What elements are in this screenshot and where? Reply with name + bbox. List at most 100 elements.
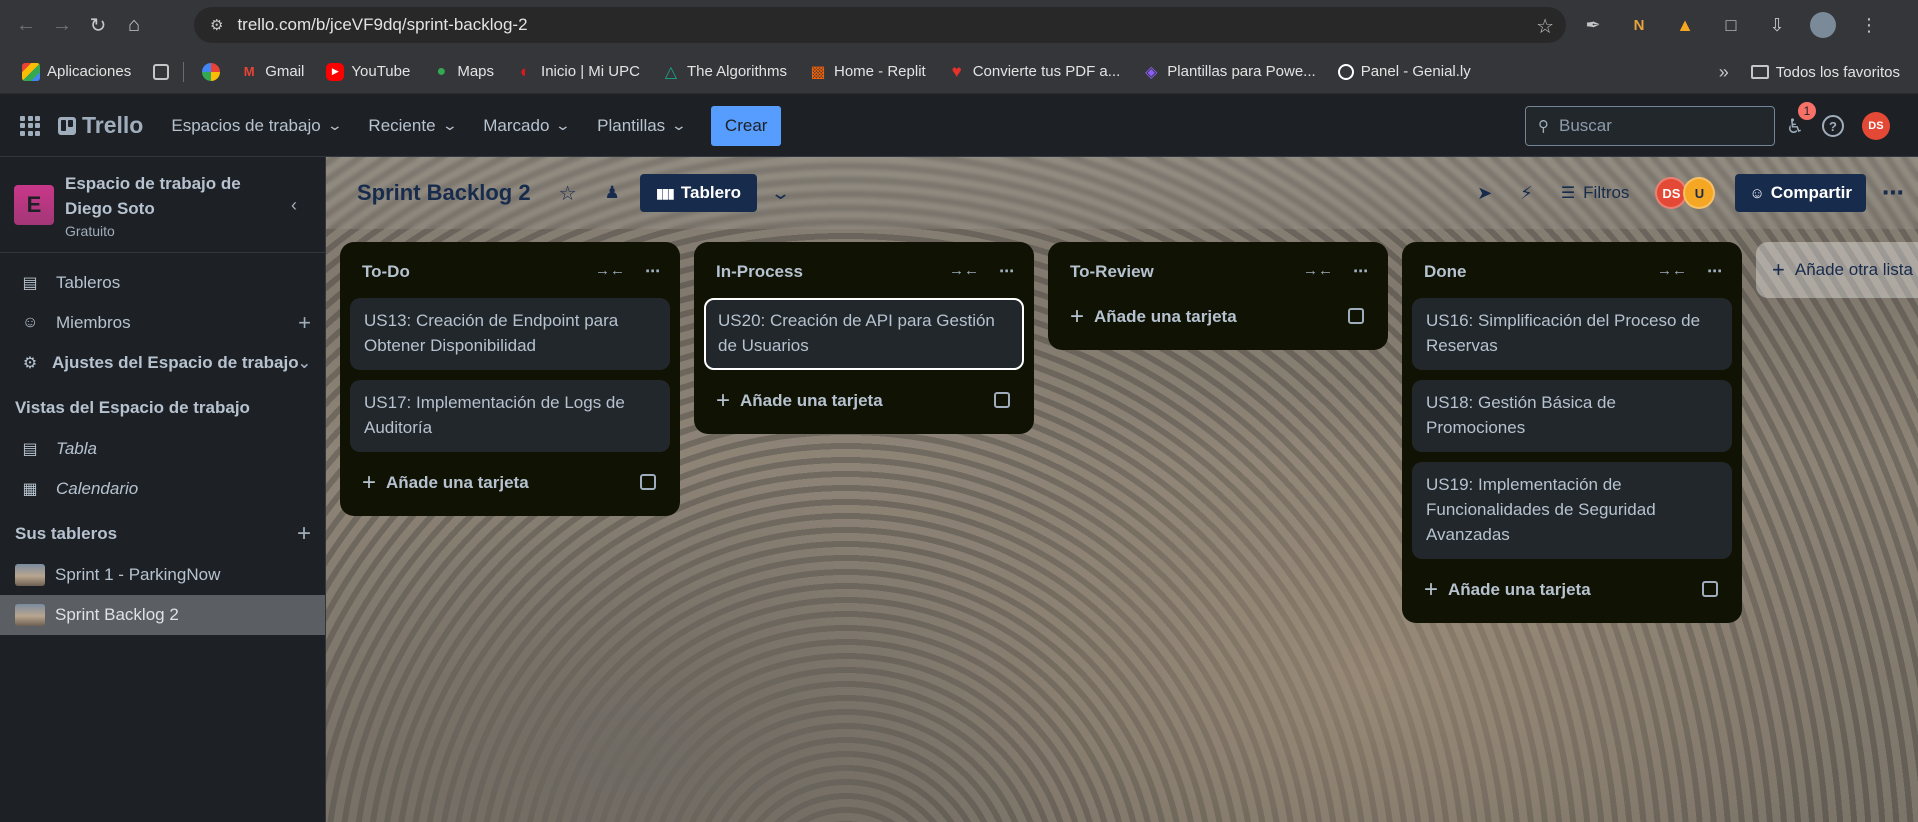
list-title[interactable]: To-Do (362, 262, 410, 282)
heart-icon: ♥ (951, 61, 962, 81)
sidebar-board-sprint-backlog-2[interactable]: Sprint Backlog 2 (0, 595, 325, 635)
card-template-icon[interactable] (994, 392, 1010, 408)
card-template-icon[interactable] (640, 474, 656, 490)
card[interactable]: US18: Gestión Básica de Promociones (1412, 380, 1732, 452)
color-picker-extension-icon[interactable]: ✒ (1580, 12, 1606, 38)
search-input[interactable]: ⚲ Buscar (1525, 106, 1775, 146)
home-icon[interactable]: ⌂ (116, 7, 152, 43)
add-card-button[interactable]: + Añade una tarjeta (1412, 567, 1732, 613)
address-bar[interactable]: ⚙ trello.com/b/jceVF9dq/sprint-backlog-2… (194, 7, 1566, 43)
more-options-icon[interactable]: ⋯ (1882, 180, 1904, 206)
calendar-icon: ▦ (22, 481, 38, 498)
workspace-logo[interactable]: E (14, 184, 54, 225)
add-card-button[interactable]: + Añade una tarjeta (1058, 294, 1378, 340)
person-icon: ☺ (22, 314, 39, 331)
list-title[interactable]: To-Review (1070, 262, 1154, 282)
download-icon[interactable]: ⇩ (1764, 12, 1790, 38)
collapse-sidebar-icon[interactable]: ‹ (291, 195, 297, 216)
nt-extension-icon[interactable]: N (1626, 12, 1652, 38)
menu-workspaces[interactable]: Espacios de trabajo ⌄ (171, 116, 343, 136)
bookmark-maps[interactable]: ● Maps (432, 63, 495, 81)
reload-icon[interactable]: ↻ (80, 7, 116, 43)
automation-icon[interactable]: ⚡ (1520, 183, 1533, 204)
card[interactable]: US17: Implementación de Logs de Auditorí… (350, 380, 670, 452)
browser-menu-icon[interactable]: ⋮ (1856, 12, 1882, 38)
sidebar-item-table[interactable]: ▤ Tabla (0, 429, 325, 469)
all-bookmarks-folder[interactable]: Todos los favoritos (1750, 64, 1900, 81)
add-list-button[interactable]: + Añade otra lista (1756, 242, 1918, 298)
visibility-icon[interactable]: ♟ (605, 183, 620, 203)
collapse-list-icon[interactable]: →← (1303, 262, 1333, 280)
bookmark-plantillas[interactable]: ◈ Plantillas para Powe... (1142, 63, 1316, 81)
sidebar-item-calendar[interactable]: ▦ Calendario (0, 469, 325, 509)
more-bookmarks-icon[interactable]: » (1719, 62, 1729, 83)
profile-avatar[interactable] (1810, 12, 1836, 38)
board-header-right: ➤ ⚡ ☰ Filtros DS U ☺ Compartir ⋯ (1477, 157, 1918, 229)
list-to-review: To-Review →← ⋯ + Añade una tarjeta (1048, 242, 1388, 350)
list-menu-icon[interactable]: ⋯ (1353, 262, 1368, 280)
add-card-button[interactable]: + Añade una tarjeta (350, 460, 670, 506)
list-menu-icon[interactable]: ⋯ (999, 262, 1014, 280)
bookmark-upc[interactable]: ◐ Inicio | Mi UPC (516, 62, 640, 81)
list-title[interactable]: Done (1424, 262, 1467, 282)
collapse-list-icon[interactable]: →← (949, 262, 979, 280)
view-board-button[interactable]: ▮▮▮ Tablero (639, 174, 758, 212)
notifications-bell-icon[interactable]: ♿ 1 (1786, 101, 1816, 139)
list-header: To-Review →← ⋯ (1058, 250, 1378, 294)
list-menu-icon[interactable]: ⋯ (1707, 262, 1722, 280)
help-icon[interactable]: ? (1821, 115, 1844, 137)
menu-starred[interactable]: Marcado ⌄ (483, 116, 571, 136)
top-menu: Espacios de trabajo ⌄ Reciente ⌄ Marcado ⌄ … (171, 116, 687, 136)
bookmark-apps[interactable]: Aplicaciones (22, 62, 131, 81)
url-text[interactable]: trello.com/b/jceVF9dq/sprint-backlog-2 (237, 15, 527, 35)
member-avatar[interactable]: U (1683, 177, 1716, 209)
bookmark-photos[interactable] (202, 62, 221, 81)
app-switcher-icon[interactable] (20, 115, 40, 136)
add-member-icon[interactable]: + (298, 310, 311, 336)
bookmark-algorithms[interactable]: △ The Algorithms (662, 63, 787, 81)
trello-logo[interactable]: Trello (58, 112, 143, 139)
chevron-down-icon[interactable]: ⌄ (770, 183, 791, 204)
star-icon[interactable]: ☆ (559, 181, 577, 206)
rocket-icon[interactable]: ➤ (1477, 183, 1492, 204)
card[interactable]: US20: Creación de API para Gestión de Us… (704, 298, 1024, 370)
card-template-icon[interactable] (1348, 308, 1364, 324)
add-board-icon[interactable]: + (297, 520, 311, 548)
bookmark-youtube[interactable]: ▶ YouTube (326, 62, 410, 81)
youtube-icon: ▶ (326, 62, 345, 81)
menu-recent[interactable]: Reciente ⌄ (368, 116, 457, 136)
user-avatar[interactable]: DS (1861, 112, 1890, 140)
card[interactable]: US13: Creación de Endpoint para Obtener … (350, 298, 670, 370)
bookmark-replit[interactable]: ▩ Home - Replit (809, 63, 925, 81)
card[interactable]: US19: Implementación de Funcionalidades … (1412, 462, 1732, 559)
board-members: DS U (1655, 177, 1716, 209)
board-title[interactable]: Sprint Backlog 2 (357, 180, 531, 206)
bookmark-pdf[interactable]: ♥ Convierte tus PDF a... (948, 61, 1121, 81)
card[interactable]: US16: Simplificación del Proceso de Rese… (1412, 298, 1732, 370)
filters-button[interactable]: ☰ Filtros (1561, 183, 1630, 203)
list-menu-icon[interactable]: ⋯ (645, 262, 660, 280)
bookmark-gmail[interactable]: M Gmail (240, 63, 305, 81)
list-title[interactable]: In-Process (716, 262, 803, 282)
collapse-list-icon[interactable]: →← (1657, 262, 1687, 280)
sidebar-item-boards[interactable]: ▤ Tableros (0, 263, 325, 303)
create-button[interactable]: Crear (710, 105, 782, 146)
sidebar-board-sprint-1[interactable]: Sprint 1 - ParkingNow (0, 555, 325, 595)
tab-groups-icon[interactable] (153, 63, 170, 80)
bookmark-genially[interactable]: Panel - Genial.ly (1337, 63, 1471, 80)
card-template-icon[interactable] (1702, 581, 1718, 597)
share-button[interactable]: ☺ Compartir (1735, 174, 1866, 212)
menu-templates[interactable]: Plantillas ⌄ (597, 116, 687, 136)
puzzle-icon[interactable]: □ (1718, 12, 1744, 38)
extension-icon[interactable]: ▲ (1672, 12, 1698, 38)
forward-arrow-icon[interactable]: → (44, 7, 80, 43)
chevron-down-icon: ⌄ (326, 117, 343, 133)
workspace-name[interactable]: Espacio de trabajo de Diego Soto (65, 171, 275, 221)
sidebar-item-members[interactable]: ☺ Miembros + (0, 303, 325, 343)
collapse-list-icon[interactable]: →← (595, 262, 625, 280)
sidebar-item-settings[interactable]: ⚙ Ajustes del Espacio de trabajo ⌄ (0, 343, 325, 383)
bookmark-star-icon[interactable]: ☆ (1536, 14, 1554, 39)
site-settings-icon[interactable]: ⚙ (210, 16, 223, 34)
add-card-button[interactable]: + Añade una tarjeta (704, 378, 1024, 424)
back-arrow-icon[interactable]: ← (8, 7, 44, 43)
